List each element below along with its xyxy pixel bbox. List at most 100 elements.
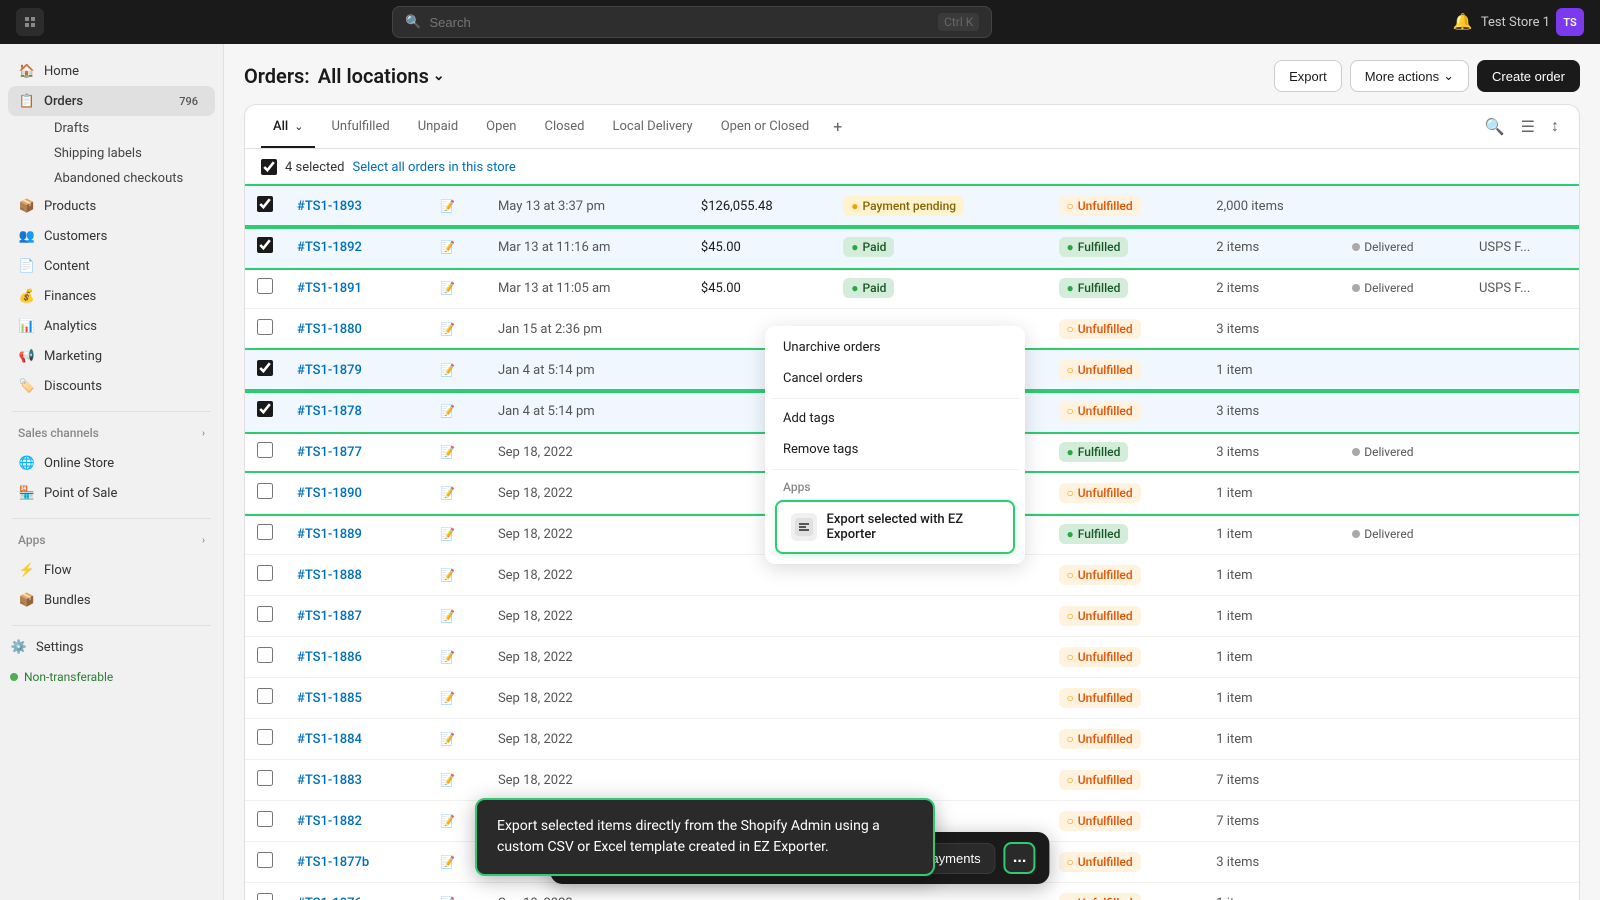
sidebar-item-discounts[interactable]: 🏷️ Discounts	[8, 371, 215, 401]
tab-all[interactable]: All ⌄	[261, 107, 315, 148]
sort-button[interactable]: ↕	[1547, 114, 1563, 140]
fulfillment-badge: ○Unfulfilled	[1059, 647, 1141, 667]
order-number[interactable]: #TS1-1878	[297, 404, 362, 419]
sidebar-item-orders[interactable]: 📋 Orders 796	[8, 86, 215, 116]
table-row[interactable]: #TS1-1892 📝 Mar 13 at 11:16 am $45.00 ●P…	[245, 227, 1579, 268]
sidebar-item-home[interactable]: 🏠 Home	[8, 56, 215, 86]
table-row[interactable]: #TS1-1885 📝 Sep 18, 2022 ○Unfulfilled 1 …	[245, 678, 1579, 719]
table-row[interactable]: #TS1-1887 📝 Sep 18, 2022 ○Unfulfilled 1 …	[245, 596, 1579, 637]
row-checkbox[interactable]	[257, 811, 273, 827]
row-checkbox[interactable]	[257, 647, 273, 663]
sidebar-item-products[interactable]: 📦 Products	[8, 191, 215, 221]
row-checkbox[interactable]	[257, 852, 273, 868]
fulfillment-badge: ○Unfulfilled	[1059, 729, 1141, 749]
order-number[interactable]: #TS1-1877b	[297, 855, 369, 870]
sidebar-item-customers[interactable]: 👥 Customers	[8, 221, 215, 251]
tab-unfulfilled[interactable]: Unfulfilled	[319, 107, 401, 148]
order-number[interactable]: #TS1-1876	[297, 896, 362, 900]
context-menu-add-tags[interactable]: Add tags	[771, 403, 1019, 434]
tab-local-delivery[interactable]: Local Delivery	[600, 107, 704, 148]
sidebar-item-online-store[interactable]: 🌐 Online Store	[8, 448, 215, 478]
row-checkbox[interactable]	[257, 688, 273, 704]
sidebar-item-content[interactable]: 📄 Content	[8, 251, 215, 281]
order-number[interactable]: #TS1-1887	[297, 609, 362, 624]
row-checkbox[interactable]	[257, 442, 273, 458]
create-order-button[interactable]: Create order	[1477, 60, 1580, 92]
row-checkbox[interactable]	[257, 483, 273, 499]
search-bar[interactable]: 🔍 Ctrl K	[392, 6, 992, 38]
order-number[interactable]: #TS1-1888	[297, 568, 362, 583]
row-checkbox[interactable]	[257, 565, 273, 581]
table-row[interactable]: #TS1-1883 📝 Sep 18, 2022 ○Unfulfilled 7 …	[245, 760, 1579, 801]
select-all-link[interactable]: Select all orders in this store	[352, 160, 515, 175]
row-checkbox[interactable]	[257, 360, 273, 376]
order-number[interactable]: #TS1-1885	[297, 691, 362, 706]
context-menu-remove-tags[interactable]: Remove tags	[771, 434, 1019, 465]
sidebar-item-drafts[interactable]: Drafts	[44, 116, 215, 141]
order-number[interactable]: #TS1-1879	[297, 363, 362, 378]
more-actions-bottom-button[interactable]: ...	[1004, 842, 1036, 874]
order-number[interactable]: #TS1-1882	[297, 814, 362, 829]
sidebar-item-point-of-sale[interactable]: 🏪 Point of Sale	[8, 478, 215, 508]
sidebar-item-settings[interactable]: ⚙️ Settings	[0, 632, 223, 662]
context-menu-unarchive[interactable]: Unarchive orders	[771, 332, 1019, 363]
table-row[interactable]: #TS1-1893 📝 May 13 at 3:37 pm $126,055.4…	[245, 186, 1579, 227]
row-checkbox[interactable]	[257, 401, 273, 417]
store-selector[interactable]: Test Store 1 TS	[1481, 8, 1584, 36]
tab-open-closed[interactable]: Open or Closed	[709, 107, 822, 148]
marketing-icon: 📢	[18, 347, 36, 365]
ez-export-button[interactable]: Export selected with EZ Exporter	[775, 500, 1015, 554]
search-input[interactable]	[429, 15, 930, 30]
sidebar-item-label: Bundles	[44, 593, 91, 608]
export-button[interactable]: Export	[1274, 60, 1342, 92]
row-checkbox[interactable]	[257, 893, 273, 900]
row-checkbox[interactable]	[257, 524, 273, 540]
tooltip-text: Export selected items directly from the …	[497, 818, 880, 855]
tab-unpaid[interactable]: Unpaid	[406, 107, 470, 148]
row-checkbox[interactable]	[257, 606, 273, 622]
location-selector[interactable]: All locations ⌄	[318, 64, 445, 88]
row-checkbox[interactable]	[257, 278, 273, 294]
sidebar-item-shipping-labels[interactable]: Shipping labels	[44, 141, 215, 166]
filter-button[interactable]: ☰	[1517, 113, 1539, 141]
row-checkbox[interactable]	[257, 770, 273, 786]
sidebar-item-bundles[interactable]: 📦 Bundles	[8, 585, 215, 615]
order-number[interactable]: #TS1-1884	[297, 732, 362, 747]
table-row[interactable]: #TS1-1876 📝 Sep 18, 2022 ○Unfulfilled 1 …	[245, 883, 1579, 900]
sidebar-item-analytics[interactable]: 📊 Analytics	[8, 311, 215, 341]
tab-closed[interactable]: Closed	[533, 107, 597, 148]
order-number[interactable]: #TS1-1893	[297, 199, 362, 214]
order-number[interactable]: #TS1-1891	[297, 281, 362, 296]
table-row[interactable]: #TS1-1891 📝 Mar 13 at 11:05 am $45.00 ●P…	[245, 268, 1579, 309]
row-checkbox[interactable]	[257, 237, 273, 253]
context-menu-cancel[interactable]: Cancel orders	[771, 363, 1019, 394]
fulfillment-badge: ○Unfulfilled	[1059, 770, 1141, 790]
order-number[interactable]: #TS1-1880	[297, 322, 362, 337]
notification-button[interactable]: 🔔	[1453, 12, 1473, 32]
row-checkbox[interactable]	[257, 196, 273, 212]
row-checkbox[interactable]	[257, 319, 273, 335]
sidebar-item-finances[interactable]: 💰 Finances	[8, 281, 215, 311]
analytics-icon: 📊	[18, 317, 36, 335]
order-number[interactable]: #TS1-1877	[297, 445, 362, 460]
table-row[interactable]: #TS1-1886 📝 Sep 18, 2022 ○Unfulfilled 1 …	[245, 637, 1579, 678]
note-icon: 📝	[440, 568, 455, 582]
more-actions-button[interactable]: More actions ⌄	[1350, 60, 1469, 92]
search-filter-button[interactable]: 🔍	[1481, 113, 1509, 141]
sidebar-item-abandoned-checkouts[interactable]: Abandoned checkouts	[44, 166, 215, 191]
order-number[interactable]: #TS1-1889	[297, 527, 362, 542]
select-all-checkbox[interactable]	[261, 159, 277, 175]
order-number[interactable]: #TS1-1890	[297, 486, 362, 501]
note-icon: 📝	[440, 404, 455, 418]
row-checkbox[interactable]	[257, 729, 273, 745]
add-tab-button[interactable]: +	[825, 105, 850, 148]
sidebar-item-marketing[interactable]: 📢 Marketing	[8, 341, 215, 371]
order-number[interactable]: #TS1-1886	[297, 650, 362, 665]
selection-info: 4 selected Select all orders in this sto…	[285, 160, 516, 175]
ez-exporter-tooltip: Export selected items directly from the …	[475, 798, 935, 876]
table-row[interactable]: #TS1-1884 📝 Sep 18, 2022 ○Unfulfilled 1 …	[245, 719, 1579, 760]
sidebar-item-flow[interactable]: ⚡ Flow	[8, 555, 215, 585]
tab-open[interactable]: Open	[474, 107, 528, 148]
order-number[interactable]: #TS1-1892	[297, 240, 362, 255]
order-number[interactable]: #TS1-1883	[297, 773, 362, 788]
